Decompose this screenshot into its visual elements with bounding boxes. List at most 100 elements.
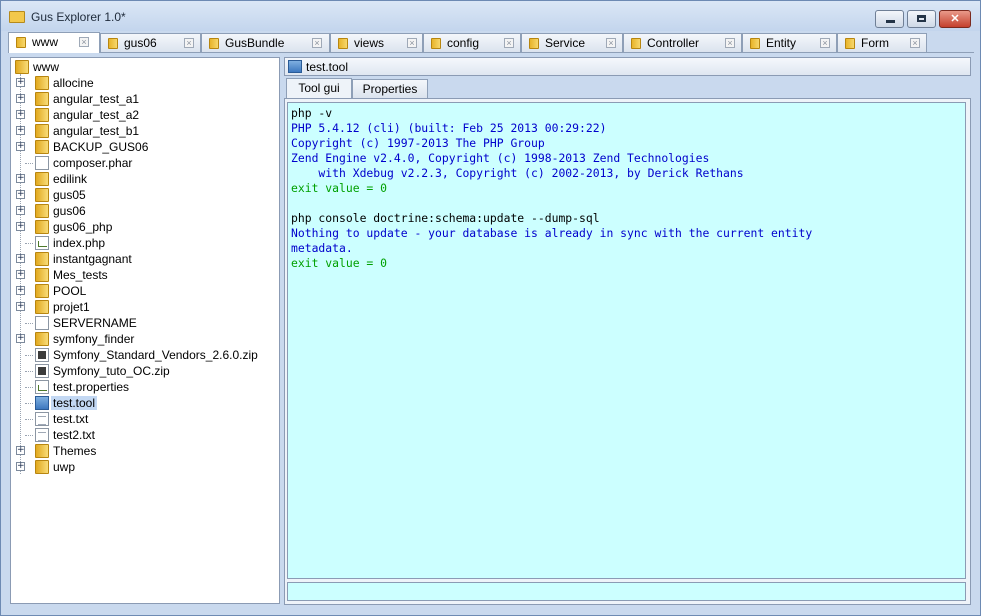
- text-file-icon: [35, 428, 49, 442]
- tab-label: config: [447, 36, 480, 50]
- expand-icon[interactable]: +: [16, 94, 25, 103]
- expand-icon[interactable]: +: [16, 302, 25, 311]
- tab-controller[interactable]: Controller ×: [623, 33, 742, 52]
- tree-item[interactable]: + allocine: [11, 75, 279, 91]
- tab-label: views: [354, 36, 385, 50]
- console-output-line: PHP 5.4.12 (cli) (built: Feb 25 2013 00:…: [291, 121, 607, 135]
- tab-views[interactable]: views ×: [330, 33, 423, 52]
- expand-icon[interactable]: +: [16, 174, 25, 183]
- tab-label: Tool gui: [298, 81, 340, 95]
- tree-item[interactable]: + projet1: [11, 299, 279, 315]
- tab-label: Controller: [647, 36, 700, 50]
- tree-item[interactable]: + angular_test_a1: [11, 91, 279, 107]
- tab-close-icon[interactable]: ×: [407, 38, 417, 48]
- expand-icon[interactable]: +: [16, 334, 25, 343]
- tree-root-www[interactable]: www: [11, 59, 279, 75]
- tree-item-label: Mes_tests: [53, 268, 108, 282]
- tree-connector: [25, 403, 33, 404]
- expand-icon[interactable]: +: [16, 190, 25, 199]
- console-output-line: metadata.: [291, 241, 353, 255]
- expand-icon[interactable]: +: [16, 222, 25, 231]
- tree-item[interactable]: + Mes_tests: [11, 267, 279, 283]
- tree-item[interactable]: + angular_test_b1: [11, 123, 279, 139]
- tree-item[interactable]: index.php: [11, 235, 279, 251]
- tree-item[interactable]: + edilink: [11, 171, 279, 187]
- app-window: Gus Explorer 1.0* ✕ www × gus06 × GusBun…: [0, 0, 981, 616]
- expand-icon[interactable]: +: [16, 286, 25, 295]
- expand-icon[interactable]: +: [16, 142, 25, 151]
- directory-tab-bar: www × gus06 × GusBundle × views × config…: [8, 32, 974, 53]
- archive-file-icon: [35, 348, 49, 362]
- close-button[interactable]: ✕: [939, 10, 971, 28]
- tab-service[interactable]: Service ×: [521, 33, 623, 52]
- window-title: Gus Explorer 1.0*: [31, 10, 126, 24]
- minimize-icon: [886, 20, 895, 23]
- tree-item-label: angular_test_a2: [53, 108, 140, 122]
- console-command-line: php console doctrine:schema:update --dum…: [291, 211, 600, 225]
- console-output-line: Nothing to update - your database is alr…: [291, 226, 813, 240]
- expand-icon[interactable]: +: [16, 462, 25, 471]
- tree-item-label: instantgagnant: [53, 252, 132, 266]
- tab-close-icon[interactable]: ×: [725, 38, 735, 48]
- script-file-icon: [35, 236, 49, 250]
- tab-close-icon[interactable]: ×: [504, 38, 514, 48]
- expand-icon[interactable]: +: [16, 446, 25, 455]
- tab-properties[interactable]: Properties: [352, 79, 428, 98]
- tree-item-label: www: [33, 60, 59, 74]
- tab-close-icon[interactable]: ×: [606, 38, 616, 48]
- tab-close-icon[interactable]: ×: [184, 38, 194, 48]
- tree-item[interactable]: + gus06: [11, 203, 279, 219]
- tab-www[interactable]: www ×: [8, 32, 100, 53]
- minimize-button[interactable]: [875, 10, 904, 28]
- tab-tool-gui[interactable]: Tool gui: [286, 78, 352, 99]
- tab-form[interactable]: Form ×: [837, 33, 927, 52]
- tab-close-icon[interactable]: ×: [79, 37, 89, 47]
- tree-item[interactable]: Symfony_Standard_Vendors_2.6.0.zip: [11, 347, 279, 363]
- file-icon: [35, 316, 49, 330]
- tree-item[interactable]: test.properties: [11, 379, 279, 395]
- folder-icon: [35, 220, 49, 234]
- tree-item-label: BACKUP_GUS06: [53, 140, 149, 154]
- tree-item[interactable]: + symfony_finder: [11, 331, 279, 347]
- tree-item[interactable]: test.tool: [11, 395, 279, 411]
- tree-item[interactable]: + instantgagnant: [11, 251, 279, 267]
- console-output[interactable]: php -v PHP 5.4.12 (cli) (built: Feb 25 20…: [287, 102, 966, 579]
- tab-close-icon[interactable]: ×: [820, 38, 830, 48]
- tab-close-icon[interactable]: ×: [312, 38, 322, 48]
- tree-item[interactable]: test2.txt: [11, 427, 279, 443]
- tree-item-label: Symfony_tuto_OC.zip: [53, 364, 170, 378]
- expand-icon[interactable]: +: [16, 78, 25, 87]
- expand-icon[interactable]: +: [16, 270, 25, 279]
- folder-icon: [631, 38, 641, 49]
- command-input[interactable]: [287, 582, 966, 601]
- tab-entity[interactable]: Entity ×: [742, 33, 837, 52]
- tab-gusbundle[interactable]: GusBundle ×: [201, 33, 330, 52]
- tree-item[interactable]: + POOL: [11, 283, 279, 299]
- tab-close-icon[interactable]: ×: [910, 38, 920, 48]
- tree-item-label: Symfony_Standard_Vendors_2.6.0.zip: [53, 348, 258, 362]
- expand-icon[interactable]: +: [16, 126, 25, 135]
- tree-item[interactable]: SERVERNAME: [11, 315, 279, 331]
- maximize-button[interactable]: [907, 10, 936, 28]
- tree-item[interactable]: Symfony_tuto_OC.zip: [11, 363, 279, 379]
- tree-item[interactable]: composer.phar: [11, 155, 279, 171]
- tree-item[interactable]: + BACKUP_GUS06: [11, 139, 279, 155]
- tree-item-label: test.txt: [53, 412, 89, 426]
- folder-icon: [35, 252, 49, 266]
- tree-item[interactable]: + Themes: [11, 443, 279, 459]
- tree-item-label: test.properties: [53, 380, 130, 394]
- expand-icon[interactable]: +: [16, 206, 25, 215]
- console-output-line: Copyright (c) 1997-2013 The PHP Group: [291, 136, 545, 150]
- tree-item[interactable]: + uwp: [11, 459, 279, 475]
- tab-config[interactable]: config ×: [423, 33, 521, 52]
- tree-item[interactable]: + gus06_php: [11, 219, 279, 235]
- folder-icon: [750, 38, 760, 49]
- tree-item[interactable]: + angular_test_a2: [11, 107, 279, 123]
- tree-item[interactable]: test.txt: [11, 411, 279, 427]
- expand-icon[interactable]: +: [16, 110, 25, 119]
- tree-item[interactable]: + gus05: [11, 187, 279, 203]
- tab-gus06[interactable]: gus06 ×: [100, 33, 201, 52]
- folder-icon: [845, 38, 855, 49]
- expand-icon[interactable]: +: [16, 254, 25, 263]
- folder-icon: [16, 37, 26, 48]
